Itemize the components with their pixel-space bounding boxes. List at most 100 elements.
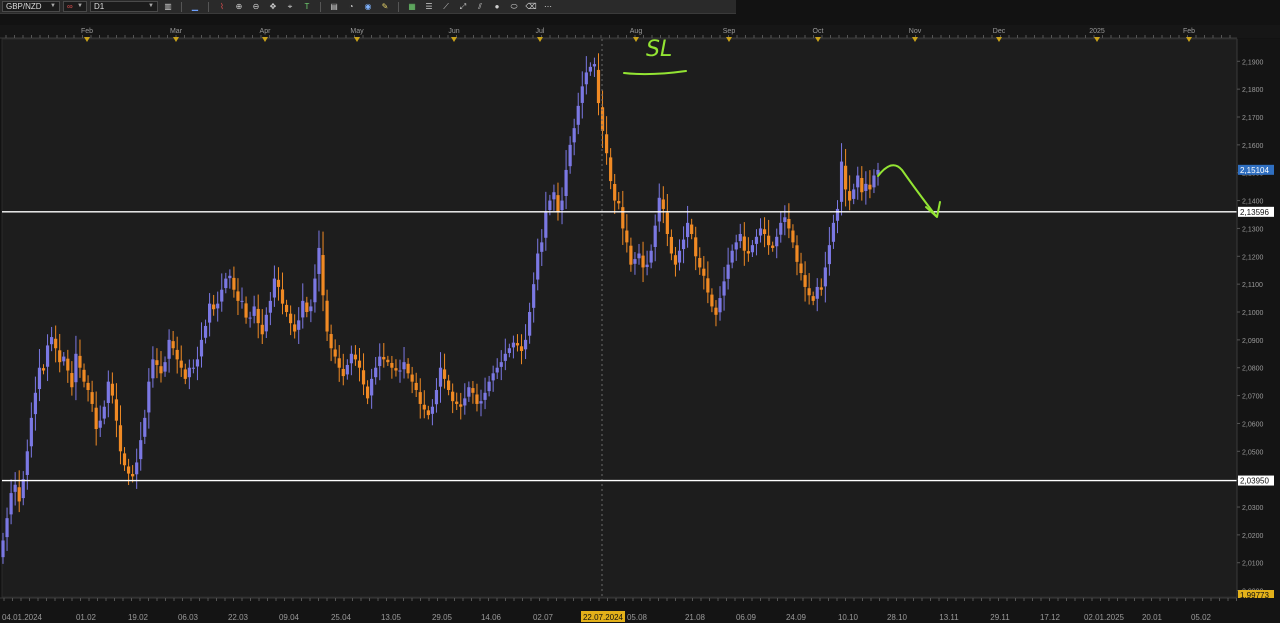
candle-body (45, 345, 50, 367)
candle-body (495, 367, 499, 373)
month-label: Jul (536, 28, 545, 35)
price-axis-band (1237, 39, 1280, 603)
candle-body (353, 354, 358, 360)
candle-body (345, 364, 349, 375)
candle-body (78, 355, 82, 368)
candle-body (787, 218, 791, 229)
candle-body (548, 200, 552, 211)
candle-body (823, 267, 827, 287)
price-tick-label: 2,0500 (1242, 449, 1264, 456)
candle-body (248, 317, 252, 319)
candle-body (625, 230, 629, 243)
price-tick-label: 2,1800 (1242, 87, 1264, 94)
candle-body (313, 278, 317, 303)
candle-body (329, 334, 333, 349)
candle-body (276, 279, 281, 287)
candle-body (5, 518, 9, 538)
candle-body (811, 296, 815, 301)
candle-body (114, 399, 119, 421)
candle-body (374, 367, 378, 378)
candle-body (37, 367, 42, 390)
candle-body (321, 255, 325, 296)
candle-body (102, 406, 106, 419)
candle-body (758, 228, 763, 236)
price-tick-label: 2,1300 (1242, 226, 1264, 233)
candle-body (487, 381, 491, 392)
candle-body (633, 259, 637, 264)
candle-body (284, 304, 289, 313)
candle-body (426, 410, 430, 416)
candle-body (475, 394, 479, 404)
price-chart[interactable]: Feb Mar Apr May Jun Jul Aug Sep Oct Nov Dec 2025 Feb… (0, 0, 1280, 623)
candle-body (807, 288, 811, 296)
date-label: 24.09 (786, 613, 807, 622)
candle-body (272, 278, 277, 298)
candle-body (669, 236, 674, 254)
candle-body (442, 369, 447, 379)
candle-body (151, 359, 155, 379)
candle-body (795, 245, 799, 262)
candle-body (754, 236, 759, 244)
date-label: 10.10 (838, 613, 859, 622)
candle-body (463, 398, 467, 406)
candle-body (641, 255, 645, 268)
candle-body (175, 349, 179, 360)
date-label: 13.11 (939, 613, 959, 622)
candle-body (714, 307, 718, 315)
candle-body (588, 66, 592, 72)
candle-body (831, 222, 836, 242)
candle-body (479, 401, 483, 404)
date-label: 05.08 (627, 613, 648, 622)
candle-body (762, 229, 767, 235)
candle-body (240, 300, 244, 302)
price-tick-label: 2,0900 (1242, 338, 1264, 345)
candle-body (600, 107, 605, 131)
candle-body (677, 250, 682, 263)
candle-body (556, 195, 560, 212)
candle-body (386, 359, 390, 363)
candle-body (414, 382, 418, 391)
candle-body (212, 304, 216, 310)
candle-body (110, 383, 114, 396)
candle-body (139, 440, 143, 460)
candle-body (106, 381, 110, 403)
candle-body (280, 289, 285, 304)
date-label: 20.01 (1142, 613, 1163, 622)
candle-body (305, 302, 309, 313)
candle-body (868, 184, 872, 190)
candle-body (232, 277, 236, 290)
candle-body (252, 306, 256, 316)
price-axis: 2,19002,18002,17002,16002,15002,14002,13… (1236, 39, 1280, 603)
candle-body (25, 451, 29, 475)
candle-body (617, 200, 621, 204)
candle-body (183, 369, 187, 379)
price-tick-label: 2,1900 (1242, 59, 1264, 66)
candle-body (483, 392, 487, 400)
candle-body (596, 69, 601, 104)
candle-body (532, 284, 536, 308)
candle-body (131, 474, 135, 477)
candle-body (187, 367, 191, 378)
candle-body (661, 199, 665, 209)
candle-body (819, 287, 823, 290)
date-label: 19.02 (128, 613, 149, 622)
candle-body (357, 360, 362, 368)
candle-body (467, 387, 471, 397)
date-label: 01.02 (76, 613, 97, 622)
candle-body (33, 392, 38, 415)
candle-body (220, 289, 224, 302)
candle-body (673, 255, 678, 265)
price-tick-label: 2,0300 (1242, 505, 1264, 512)
candle-body (629, 245, 633, 265)
price-tick-label: 2,0800 (1242, 366, 1264, 373)
candle-body (568, 144, 572, 167)
candle-body (21, 479, 25, 499)
candle-body (839, 161, 844, 202)
date-label: 29.05 (432, 613, 453, 622)
candle-body (62, 356, 66, 362)
candle-body (155, 360, 159, 365)
candle-body (613, 184, 617, 201)
month-label: Feb (1183, 28, 1195, 35)
price-tick-label: 2,1700 (1242, 115, 1264, 122)
date-label: 17.12 (1040, 613, 1061, 622)
